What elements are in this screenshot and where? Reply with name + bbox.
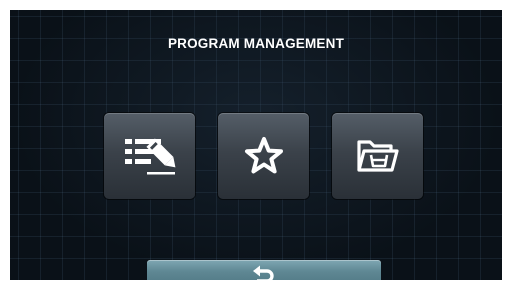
back-arrow-icon (253, 265, 274, 280)
edit-programs-button[interactable] (104, 113, 195, 199)
program-library-button[interactable] (332, 113, 423, 199)
program-management-screen: PROGRAM MANAGEMENT (10, 10, 502, 280)
folder-basin-icon (356, 140, 399, 172)
edit-list-icon (124, 138, 175, 175)
back-button[interactable] (147, 260, 381, 280)
favorites-button[interactable] (218, 113, 309, 199)
star-icon (244, 137, 283, 174)
page-title: PROGRAM MANAGEMENT (167, 36, 345, 51)
